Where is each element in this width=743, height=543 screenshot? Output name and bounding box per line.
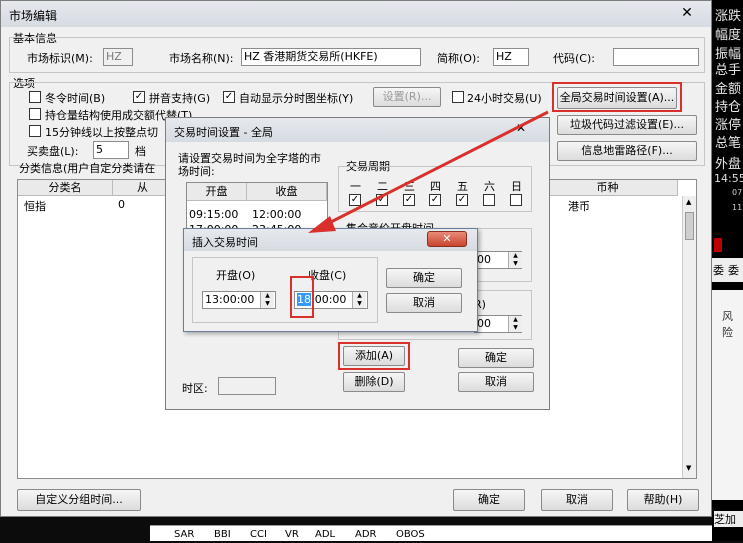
- annotation-arrow-head: [308, 216, 336, 233]
- annotation-arrow: [308, 110, 549, 233]
- annotation-arrow-line: [324, 110, 549, 227]
